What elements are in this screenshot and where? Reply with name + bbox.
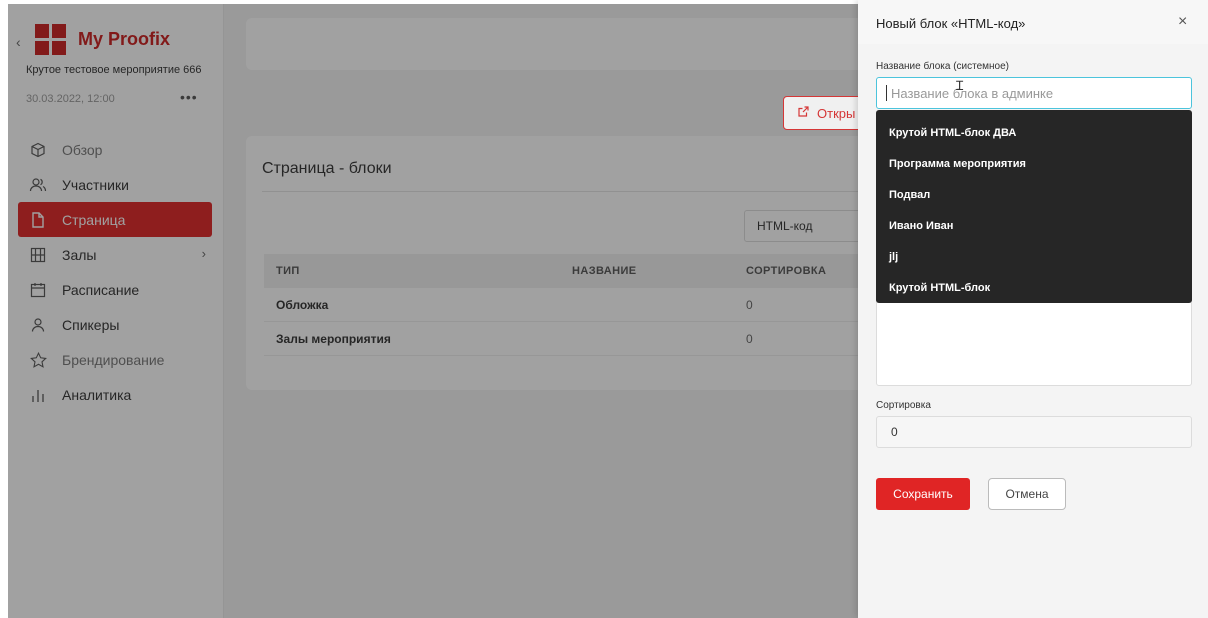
close-icon[interactable]: × — [1178, 13, 1187, 31]
autocomplete-option[interactable]: Крутой HTML-блок — [876, 272, 1192, 303]
autocomplete-option[interactable]: jlj — [876, 241, 1192, 272]
new-block-drawer: Новый блок «HTML-код» × Название блока (… — [858, 0, 1208, 618]
drawer-header: Новый блок «HTML-код» × — [858, 0, 1208, 44]
external-link-icon — [798, 106, 809, 120]
sort-input[interactable]: 0 — [876, 416, 1192, 448]
cancel-button[interactable]: Отмена — [988, 478, 1066, 510]
autocomplete-option[interactable]: Крутой HTML-блок ДВА — [876, 117, 1192, 148]
modal-overlay[interactable] — [8, 4, 858, 618]
autocomplete-option[interactable]: Подвал — [876, 179, 1192, 210]
save-button[interactable]: Сохранить — [876, 478, 970, 510]
text-cursor-icon: Ɪ — [956, 78, 964, 93]
text-caret — [886, 85, 887, 101]
open-page-button[interactable]: Откры — [783, 96, 858, 130]
html-code-textarea[interactable] — [876, 293, 1192, 386]
autocomplete-dropdown: Крутой HTML-блок ДВА Программа мероприят… — [876, 110, 1192, 303]
sort-label: Сортировка — [876, 400, 931, 411]
block-name-label: Название блока (системное) — [876, 61, 1009, 72]
autocomplete-option[interactable]: Ивано Иван — [876, 210, 1192, 241]
app-background: ‹ My Proofix Крутое тестовое мероприятие… — [8, 4, 858, 618]
block-name-input[interactable] — [876, 77, 1192, 109]
open-page-label: Откры — [817, 105, 856, 121]
autocomplete-option[interactable]: Программа мероприятия — [876, 148, 1192, 179]
drawer-title: Новый блок «HTML-код» — [876, 16, 1026, 31]
